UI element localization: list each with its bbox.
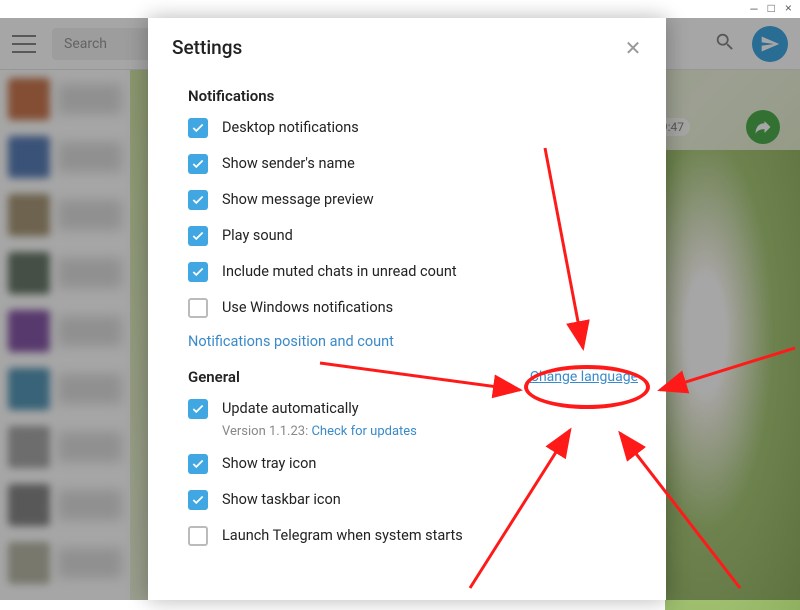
general-option[interactable]: Launch Telegram when system starts bbox=[188, 525, 666, 547]
checkbox-icon[interactable] bbox=[188, 490, 208, 510]
general-option[interactable]: Update automatically Version 1.1.23: Chec… bbox=[188, 398, 666, 439]
option-label: Play sound bbox=[222, 225, 293, 247]
close-icon[interactable]: ✕ bbox=[624, 39, 642, 57]
version-label: Version 1.1.23: Check for updates bbox=[222, 424, 417, 439]
checkbox-icon[interactable] bbox=[188, 298, 208, 318]
maximize-button[interactable]: □ bbox=[768, 2, 775, 16]
option-label: Show tray icon bbox=[222, 453, 316, 475]
general-section-header: General Change language bbox=[188, 368, 666, 386]
option-label: Update automatically bbox=[222, 398, 417, 420]
option-label: Show message preview bbox=[222, 189, 374, 211]
change-language-link[interactable]: Change language bbox=[530, 369, 638, 385]
general-option[interactable]: Show taskbar icon bbox=[188, 489, 666, 511]
option-label: Show sender's name bbox=[222, 153, 355, 175]
checkbox-icon[interactable] bbox=[188, 118, 208, 138]
settings-modal: Settings ✕ Notifications Desktop notific… bbox=[148, 18, 666, 600]
option-label: Use Windows notifications bbox=[222, 297, 393, 319]
option-label: Show taskbar icon bbox=[222, 489, 341, 511]
checkbox-icon[interactable] bbox=[188, 262, 208, 282]
checkbox-icon[interactable] bbox=[188, 454, 208, 474]
notification-option[interactable]: Show sender's name bbox=[188, 153, 666, 175]
checkbox-icon[interactable] bbox=[188, 526, 208, 546]
modal-title: Settings bbox=[172, 36, 242, 59]
checkbox-icon[interactable] bbox=[188, 399, 208, 419]
option-label: Desktop notifications bbox=[222, 117, 359, 139]
notification-option[interactable]: Play sound bbox=[188, 225, 666, 247]
notification-option[interactable]: Use Windows notifications bbox=[188, 297, 666, 319]
general-option[interactable]: Show tray icon bbox=[188, 453, 666, 475]
checkbox-icon[interactable] bbox=[188, 154, 208, 174]
check-updates-link[interactable]: Check for updates bbox=[311, 424, 416, 439]
notification-option[interactable]: Desktop notifications bbox=[188, 117, 666, 139]
notifications-position-link[interactable]: Notifications position and count bbox=[188, 333, 666, 350]
notification-option[interactable]: Show message preview bbox=[188, 189, 666, 211]
close-window-button[interactable]: × bbox=[785, 2, 792, 16]
notifications-section-header: Notifications bbox=[188, 87, 666, 105]
checkbox-icon[interactable] bbox=[188, 226, 208, 246]
notification-option[interactable]: Include muted chats in unread count bbox=[188, 261, 666, 283]
minimize-button[interactable]: — bbox=[750, 2, 757, 16]
checkbox-icon[interactable] bbox=[188, 190, 208, 210]
option-label: Include muted chats in unread count bbox=[222, 261, 457, 283]
window-controls: — □ × bbox=[742, 0, 800, 18]
option-label: Launch Telegram when system starts bbox=[222, 525, 463, 547]
